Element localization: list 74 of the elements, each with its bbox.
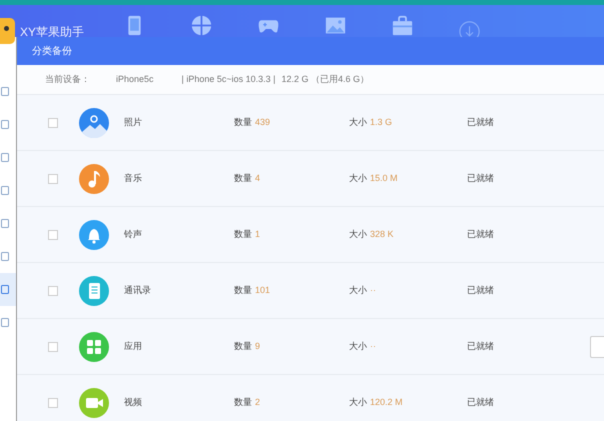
checkbox[interactable]	[48, 230, 58, 240]
dialog-title: 分类备份	[32, 44, 72, 58]
video-camera-icon	[79, 388, 109, 418]
device-model: | iPhone 5c~ios 10.3.3 |	[182, 72, 276, 86]
size-value: 328 K	[370, 228, 395, 241]
checkbox[interactable]	[48, 398, 58, 408]
grid-icon	[79, 332, 109, 362]
count-label: 数量	[234, 340, 252, 353]
size-label: 大小	[349, 340, 367, 353]
category-name: 音乐	[124, 172, 143, 185]
square-icon	[1, 285, 9, 294]
square-icon	[1, 87, 9, 96]
count-label: 数量	[234, 116, 252, 129]
count-value: 439	[255, 116, 272, 129]
storage-info: 12.2 G （已用4.6 G）	[282, 72, 370, 86]
size-value: 1.3 G	[370, 116, 394, 129]
size-value: 120.2 M	[370, 396, 404, 409]
checkbox[interactable]	[48, 174, 58, 184]
size-label: 大小	[349, 228, 367, 241]
category-row[interactable]: 应用 数量 9 大小 ·· 已就绪	[17, 319, 604, 375]
pie-chart-icon[interactable]	[191, 15, 212, 36]
category-row[interactable]: 音乐 数量 4 大小 15.0 M 已就绪	[17, 151, 604, 207]
landscape-icon[interactable]	[325, 15, 346, 36]
square-icon	[1, 252, 9, 261]
checkbox[interactable]	[48, 286, 58, 296]
category-name: 视频	[124, 396, 143, 409]
music-note-icon	[79, 164, 109, 194]
notebook-icon	[79, 276, 109, 306]
count-value: 2	[255, 396, 262, 409]
status-text: 已就绪	[467, 284, 494, 297]
category-row[interactable]: 照片 数量 439 大小 1.3 G 已就绪	[17, 95, 604, 151]
category-name: 应用	[124, 340, 143, 353]
count-label: 数量	[234, 172, 252, 185]
category-name: 铃声	[124, 228, 143, 241]
size-value: ··	[370, 284, 377, 297]
square-icon	[1, 318, 9, 327]
size-label: 大小	[349, 172, 367, 185]
count-value: 1	[255, 228, 262, 241]
count-label: 数量	[234, 284, 252, 297]
mountain-sun-icon	[79, 108, 109, 138]
size-label: 大小	[349, 284, 367, 297]
count-label: 数量	[234, 228, 252, 241]
app-title: XY苹果助手	[20, 24, 84, 41]
status-text: 已就绪	[467, 228, 494, 241]
status-text: 已就绪	[467, 396, 494, 409]
count-label: 数量	[234, 396, 252, 409]
square-icon	[1, 153, 9, 162]
status-text: 已就绪	[467, 116, 494, 129]
size-label: 大小	[349, 116, 367, 129]
size-value: ··	[370, 340, 377, 353]
bell-icon	[79, 220, 109, 250]
count-value: 9	[255, 340, 262, 353]
category-row[interactable]: 铃声 数量 1 大小 328 K 已就绪	[17, 207, 604, 263]
status-text: 已就绪	[467, 172, 494, 185]
action-button[interactable]	[590, 336, 604, 358]
category-name: 照片	[124, 116, 143, 129]
size-label: 大小	[349, 396, 367, 409]
sidebar-item[interactable]	[0, 273, 16, 306]
square-icon	[1, 186, 9, 195]
status-text: 已就绪	[467, 340, 494, 353]
category-row[interactable]: 视频 数量 2 大小 120.2 M 已就绪	[17, 375, 604, 421]
app-logo	[0, 18, 15, 44]
category-name: 通讯录	[124, 284, 152, 297]
count-value: 4	[255, 172, 262, 185]
shopping-bag-icon[interactable]	[392, 15, 414, 36]
category-row[interactable]: 通讯录 数量 101 大小 ·· 已就绪	[17, 263, 604, 319]
device-label: 当前设备：	[45, 72, 90, 86]
square-icon	[1, 219, 9, 228]
count-value: 101	[255, 284, 272, 297]
size-value: 15.0 M	[370, 172, 399, 185]
checkbox[interactable]	[48, 342, 58, 352]
checkbox[interactable]	[48, 118, 58, 128]
device-name: iPhone5c	[116, 72, 154, 86]
square-icon	[1, 120, 9, 129]
